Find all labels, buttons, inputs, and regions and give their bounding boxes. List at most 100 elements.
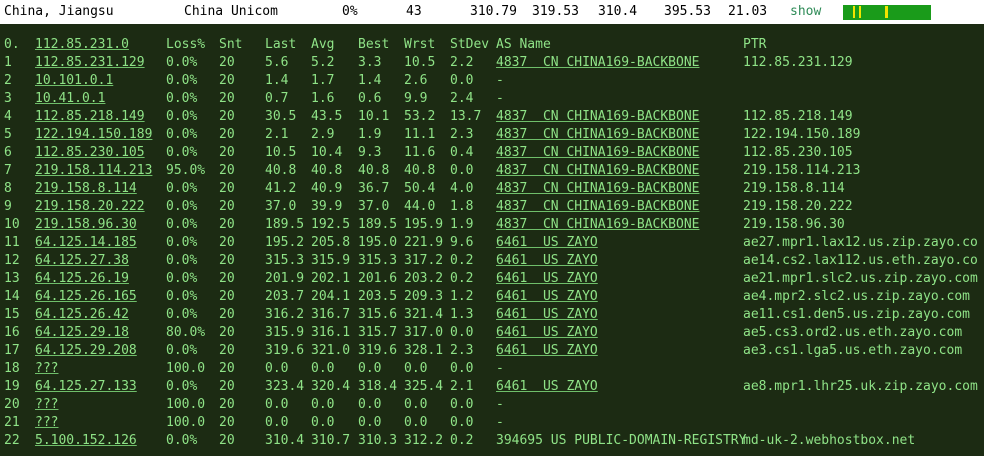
hop-as-name[interactable]: 4837 CN CHINA169-BACKBONE	[496, 126, 700, 144]
hop-ptr: ae5.cs3.ord2.us.eth.zayo.com	[743, 325, 963, 340]
hop-stdev: 0.4	[450, 145, 474, 160]
hop-number: 20	[4, 397, 20, 412]
hop-stdev: 0.0	[450, 73, 474, 88]
hop-best: 37.0	[358, 199, 390, 214]
hop-last: 195.2	[265, 235, 305, 250]
hop-wrst: 0.0	[404, 415, 428, 430]
hop-avg: 43.5	[311, 109, 343, 124]
hop-loss: 0.0%	[166, 343, 198, 358]
hop-as-name: 394695 US PUBLIC-DOMAIN-REGISTRY	[496, 433, 747, 448]
hop-host[interactable]: 64.125.26.42	[35, 306, 129, 324]
hop-host[interactable]: ???	[35, 360, 58, 378]
hop-row: 4 112.85.218.149 0.0% 20 30.5 43.5 10.1 53.2 13.…	[0, 108, 984, 126]
hop-host[interactable]: ???	[35, 414, 58, 432]
hop-as-name[interactable]: 4837 CN CHINA169-BACKBONE	[496, 180, 700, 198]
hop-number: 11	[4, 235, 20, 250]
col-snt: Snt	[219, 37, 243, 52]
hop-row: 10 219.158.96.30 0.0% 20 189.5 192.5 189.5 195.…	[0, 216, 984, 234]
hop-best: 36.7	[358, 181, 390, 196]
hop-ptr: 219.158.96.30	[743, 217, 845, 232]
hop-host[interactable]: 64.125.14.185	[35, 234, 137, 252]
hop-as-name[interactable]: 6461 US ZAYO	[496, 252, 598, 270]
hop-host[interactable]: 64.125.26.19	[35, 270, 129, 288]
col-hop: 0.	[4, 37, 20, 52]
hop-ptr: ae8.mpr1.lhr25.uk.zip.zayo.com	[743, 379, 978, 394]
hop-avg: 39.9	[311, 199, 343, 214]
hop-as-name[interactable]: 4837 CN CHINA169-BACKBONE	[496, 108, 700, 126]
hop-stdev: 0.2	[450, 433, 474, 448]
hop-loss: 0.0%	[166, 145, 198, 160]
hop-wrst: 0.0	[404, 361, 428, 376]
hop-row: 21??? 100.0 20 0.0 0.0 0.0 0.0 0.0 -	[0, 414, 984, 432]
hop-host[interactable]: 10.41.0.1	[35, 90, 105, 108]
hop-best: 195.0	[358, 235, 398, 250]
hop-snt: 20	[219, 181, 235, 196]
hop-last: 0.0	[265, 361, 289, 376]
hop-last: 5.6	[265, 55, 289, 70]
hop-as-name[interactable]: 4837 CN CHINA169-BACKBONE	[496, 162, 700, 180]
hop-as-name[interactable]: 6461 US ZAYO	[496, 342, 598, 360]
hop-as-name[interactable]: 6461 US ZAYO	[496, 306, 598, 324]
hop-as-name[interactable]: 4837 CN CHINA169-BACKBONE	[496, 54, 700, 72]
hop-wrst: 53.2	[404, 109, 436, 124]
hop-avg: 204.1	[311, 289, 351, 304]
hop-host[interactable]: 64.125.29.18	[35, 324, 129, 342]
hop-host[interactable]: 64.125.26.165	[35, 288, 137, 306]
hop-host[interactable]: 64.125.29.208	[35, 342, 137, 360]
summary-avg: 319.53	[532, 4, 579, 19]
hop-host[interactable]: 219.158.114.213	[35, 162, 152, 180]
hop-host[interactable]: 112.85.231.129	[35, 54, 145, 72]
hop-last: 10.5	[265, 145, 297, 160]
hop-as-name: -	[496, 73, 504, 88]
hop-host[interactable]: 219.158.8.114	[35, 180, 137, 198]
show-link[interactable]: show	[790, 4, 821, 19]
hop-as-name[interactable]: 6461 US ZAYO	[496, 378, 598, 396]
hop-host[interactable]: 219.158.20.222	[35, 198, 145, 216]
hop-row: 9 219.158.20.222 0.0% 20 37.0 39.9 37.0 44.0 1.8…	[0, 198, 984, 216]
hop-row: 18??? 100.0 20 0.0 0.0 0.0 0.0 0.0 -	[0, 360, 984, 378]
hop-ptr: 112.85.230.105	[743, 145, 853, 160]
hop-ptr: 219.158.114.213	[743, 163, 861, 178]
latency-tick	[859, 6, 861, 18]
hop-avg: 310.7	[311, 433, 351, 448]
hop-as-name[interactable]: 6461 US ZAYO	[496, 234, 598, 252]
hop-best: 319.6	[358, 343, 398, 358]
hop-host[interactable]: 64.125.27.38	[35, 252, 129, 270]
hop-loss: 0.0%	[166, 199, 198, 214]
hop-avg: 205.8	[311, 235, 351, 250]
hop-avg: 315.9	[311, 253, 351, 268]
hop-row: 13 64.125.26.19 0.0% 20 201.9 202.1 201.6 203.2…	[0, 270, 984, 288]
hop-host[interactable]: 10.101.0.1	[35, 72, 113, 90]
hop-host[interactable]: 5.100.152.126	[35, 432, 137, 450]
hop-as-name[interactable]: 4837 CN CHINA169-BACKBONE	[496, 144, 700, 162]
col-loss: Loss%	[166, 37, 206, 52]
hop-snt: 20	[219, 217, 235, 232]
hop-snt: 20	[219, 109, 235, 124]
hop-host[interactable]: 122.194.150.189	[35, 126, 152, 144]
hop-best: 40.8	[358, 163, 390, 178]
hop-snt: 20	[219, 361, 235, 376]
hop-as-name[interactable]: 4837 CN CHINA169-BACKBONE	[496, 216, 700, 234]
hop-host[interactable]: 219.158.96.30	[35, 216, 137, 234]
col-best: Best	[358, 37, 390, 52]
location-label: China, Jiangsu	[4, 4, 114, 19]
hop-host[interactable]: 112.85.218.149	[35, 108, 145, 126]
latency-bar	[843, 5, 931, 20]
latency-tick	[885, 6, 888, 18]
hop-host[interactable]: 112.85.230.105	[35, 144, 145, 162]
hop-as-name[interactable]: 6461 US ZAYO	[496, 270, 598, 288]
hop-ptr: ae21.mpr1.slc2.us.zip.zayo.com	[743, 271, 978, 286]
hop-loss: 0.0%	[166, 433, 198, 448]
hop-as-name[interactable]: 6461 US ZAYO	[496, 324, 598, 342]
hop-loss: 0.0%	[166, 289, 198, 304]
hop-wrst: 321.4	[404, 307, 444, 322]
hop-snt: 20	[219, 55, 235, 70]
hop-as-name[interactable]: 6461 US ZAYO	[496, 288, 598, 306]
hop-row: 8 219.158.8.114 0.0% 20 41.2 40.9 36.7 50.4 4.0 4…	[0, 180, 984, 198]
hop-stdev: 2.3	[450, 343, 474, 358]
col-host[interactable]: 112.85.231.0	[35, 36, 129, 54]
hop-host[interactable]: 64.125.27.133	[35, 378, 137, 396]
hop-host[interactable]: ???	[35, 396, 58, 414]
hop-loss: 100.0	[166, 415, 206, 430]
hop-as-name[interactable]: 4837 CN CHINA169-BACKBONE	[496, 198, 700, 216]
